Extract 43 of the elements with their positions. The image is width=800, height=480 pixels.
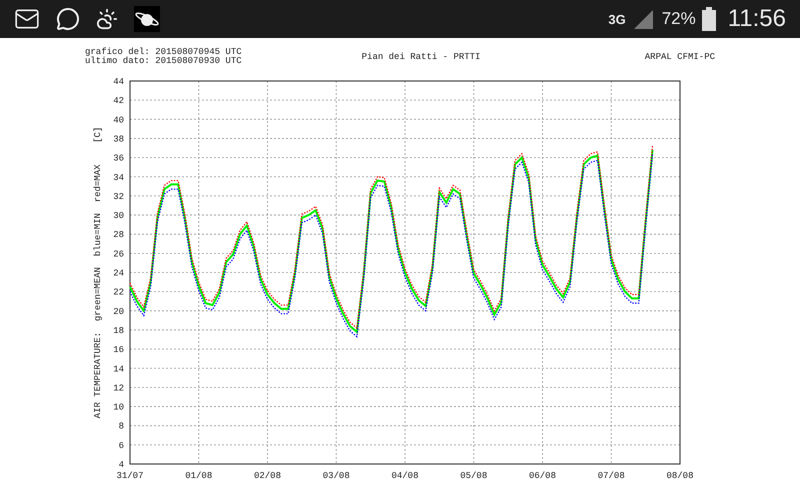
y-tick-label: 22 bbox=[113, 288, 124, 298]
battery-percent: 72% bbox=[662, 8, 696, 30]
x-tick-label: 05/08 bbox=[460, 471, 488, 480]
chart-title: Pian dei Ratti - PRTTI bbox=[362, 53, 480, 62]
x-tick-label: 08/08 bbox=[666, 471, 694, 480]
y-tick-label: 36 bbox=[113, 154, 124, 164]
y-tick-label: 34 bbox=[113, 172, 124, 183]
y-tick-label: 16 bbox=[113, 345, 124, 356]
y-tick-label: 28 bbox=[113, 230, 124, 240]
y-tick-label: 18 bbox=[113, 326, 124, 336]
y-tick-label: 20 bbox=[113, 306, 124, 317]
clock: 11:56 bbox=[728, 4, 786, 34]
y-tick-label: 32 bbox=[113, 192, 124, 202]
x-tick-label: 03/08 bbox=[322, 471, 350, 480]
x-tick-label: 07/08 bbox=[598, 471, 625, 480]
generated-time: grafico del: 201508070945 UTC bbox=[85, 48, 242, 57]
y-tick-label: 12 bbox=[113, 383, 124, 394]
signal-icon bbox=[632, 8, 654, 30]
y-tick-label: 26 bbox=[113, 249, 124, 260]
y-tick-label: 8 bbox=[118, 422, 124, 432]
y-tick-label: 24 bbox=[113, 268, 124, 278]
y-tick-label: 30 bbox=[113, 211, 124, 222]
x-tick-label: 01/08 bbox=[185, 471, 212, 480]
x-tick-label: 02/08 bbox=[254, 471, 281, 480]
last-data-time: ultimo dato: 201508070930 UTC bbox=[85, 57, 242, 66]
network-type: 3G bbox=[608, 12, 626, 26]
y-tick-label: 40 bbox=[113, 115, 124, 126]
battery-icon bbox=[702, 7, 716, 31]
y-tick-label: 44 bbox=[113, 77, 124, 87]
y-tick-label: 42 bbox=[113, 96, 124, 106]
y-tick-label: 4 bbox=[118, 460, 124, 470]
y-tick-label: 10 bbox=[113, 402, 124, 413]
x-tick-label: 06/08 bbox=[529, 471, 556, 480]
y-axis-label: AIR TEMPERATURE: green=MEAN blue=MIN red=MAX [C] bbox=[93, 126, 103, 418]
y-tick-label: 6 bbox=[118, 440, 124, 451]
chat-bubble-icon bbox=[56, 7, 80, 31]
source-label: ARPAL CFMI-PC bbox=[644, 53, 715, 62]
x-tick-label: 31/07 bbox=[116, 471, 144, 480]
x-tick-label: 04/08 bbox=[392, 471, 418, 480]
sun-icon bbox=[96, 8, 118, 30]
y-tick-label: 38 bbox=[113, 134, 124, 144]
y-tick-label: 14 bbox=[113, 364, 124, 374]
planet-icon bbox=[134, 6, 160, 32]
